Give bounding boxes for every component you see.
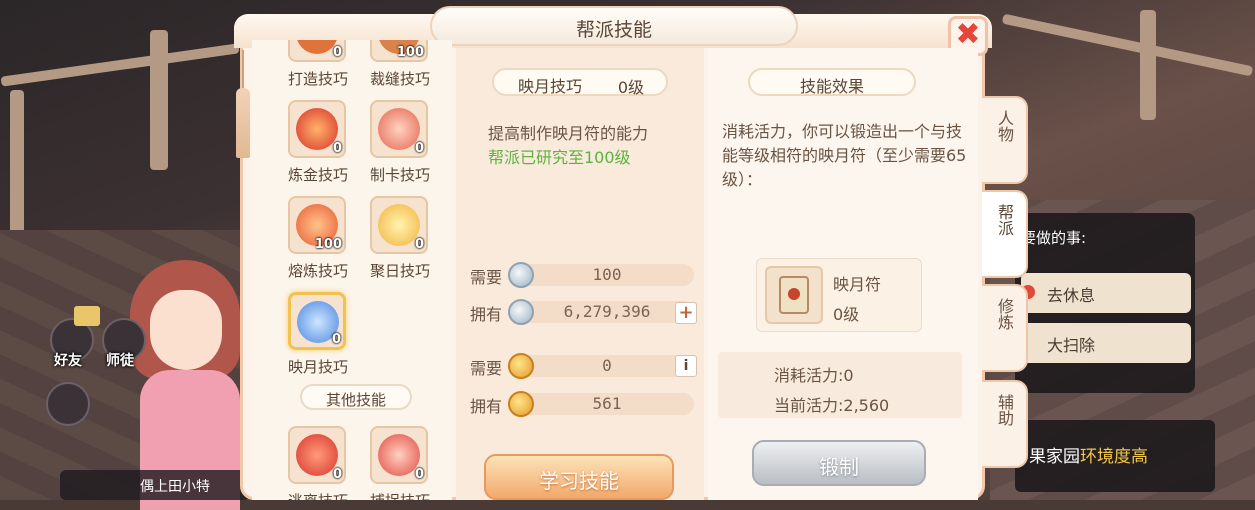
skill-item-sun[interactable]: 0 聚日技巧	[360, 196, 440, 292]
notice-highlight: 环境度高	[1080, 447, 1148, 467]
tab-guild[interactable]: 帮派	[982, 190, 1028, 278]
selected-skill-level: 0级	[617, 78, 644, 97]
alchemy-skill-icon: 0	[288, 100, 346, 158]
skill-name: 捕捉技巧	[360, 490, 440, 500]
sun-skill-icon: 0	[370, 196, 428, 254]
skill-name: 裁缝技巧	[369, 70, 430, 88]
skill-item-cardmaking[interactable]: 0 制卡技巧	[360, 100, 440, 196]
tab-assist[interactable]: 辅助	[982, 380, 1028, 468]
item-level: 0级	[833, 305, 860, 324]
skill-item-moon[interactable]: 0 映月技巧	[278, 292, 358, 388]
learn-skill-button[interactable]: 学习技能	[484, 454, 674, 500]
add-silver-button[interactable]: +	[675, 302, 697, 324]
skill-name: 炼金技巧	[287, 166, 348, 184]
research-status: 帮派已研究至100级	[488, 148, 631, 167]
effect-description: 消耗活力，你可以锻造出一个与技能等级相符的映月符（至少需要65级）：	[722, 122, 967, 189]
skill-item-smelting[interactable]: 100 熔炼技巧	[278, 196, 358, 292]
mail-icon[interactable]	[74, 306, 100, 326]
cardmaking-skill-icon: 0	[370, 100, 428, 158]
todo-option-clean[interactable]: 大扫除	[1021, 323, 1191, 363]
moon-talisman-icon	[765, 266, 823, 324]
silver-coin-icon	[508, 262, 534, 288]
silver-need-value: 100	[520, 264, 694, 286]
capture-skill-icon: 0	[370, 426, 428, 484]
skill-list[interactable]: 0 打造技巧 100 裁缝技巧 0 炼金技巧 0 制卡技巧 100 熔炼技巧 0…	[252, 40, 452, 500]
forge-button[interactable]: 锻制	[752, 440, 926, 486]
player-character[interactable]	[120, 250, 260, 510]
character-face	[150, 290, 222, 370]
gold-need-label: 需要	[470, 359, 503, 378]
forging-skill-icon: 0	[288, 40, 346, 62]
skill-name: 熔炼技巧	[287, 262, 348, 280]
player-name-bar: 偶上田小特	[60, 470, 250, 500]
tab-character[interactable]: 人物	[982, 96, 1028, 184]
friends-label: 好友	[54, 353, 82, 369]
gold-need-value: 0	[520, 355, 694, 377]
tab-cultivation[interactable]: 修炼	[982, 284, 1028, 372]
tassel-ornament	[236, 50, 250, 160]
railing-post	[150, 30, 168, 170]
selected-skill-name: 映月技巧	[518, 77, 583, 96]
moon-skill-icon: 0	[288, 292, 346, 350]
skill-item-tailoring[interactable]: 100 裁缝技巧	[360, 40, 440, 100]
railing-bar	[1001, 13, 1254, 77]
silver-coin-icon	[508, 299, 534, 325]
other-skills-header: 其他技能	[300, 384, 412, 410]
silver-have-label: 拥有	[470, 305, 503, 324]
gold-have-value: 561	[520, 393, 694, 415]
silver-have-value: 6,279,396	[520, 301, 694, 323]
silver-need-label: 需要	[470, 268, 503, 287]
window-title: 帮派技能	[430, 6, 798, 46]
notice-text: 果家园	[1029, 447, 1080, 467]
todo-option-rest[interactable]: 去休息	[1021, 273, 1191, 313]
todo-popup: 要做的事: 去休息 大扫除	[1015, 213, 1195, 393]
guild-contribution-icon	[508, 353, 534, 379]
notice-banner: 果家园环境度高	[1015, 420, 1215, 492]
chat-icon[interactable]	[46, 382, 90, 426]
mentor-label: 师徒	[106, 353, 134, 369]
railing-post	[1140, 10, 1156, 120]
todo-option-label: 大扫除	[1047, 336, 1096, 355]
skill-description: 提高制作映月符的能力	[488, 124, 649, 143]
smelting-skill-icon: 100	[288, 196, 346, 254]
skill-name: 聚日技巧	[369, 262, 430, 280]
skill-name: 制卡技巧	[369, 166, 430, 184]
skill-name: 打造技巧	[287, 70, 348, 88]
skill-item-escape[interactable]: 0 逃离技巧	[278, 426, 358, 500]
item-card[interactable]: 映月符 0级	[756, 258, 922, 332]
guild-contribution-icon	[508, 391, 534, 417]
selected-skill-plate: 映月技巧 0级	[492, 68, 668, 97]
skill-name: 映月技巧	[287, 358, 348, 376]
effect-title: 技能效果	[748, 68, 916, 96]
vigor-cost: 消耗活力:0	[774, 366, 854, 385]
item-name: 映月符	[833, 275, 882, 294]
skill-item-capture[interactable]: 0 捕捉技巧	[360, 426, 440, 500]
railing-bar	[0, 43, 240, 87]
todo-title: 要做的事:	[1021, 229, 1087, 247]
tailoring-skill-icon: 100	[370, 40, 428, 62]
escape-skill-icon: 0	[288, 426, 346, 484]
skill-item-alchemy[interactable]: 0 炼金技巧	[278, 100, 358, 196]
todo-option-label: 去休息	[1047, 286, 1096, 305]
vigor-current: 当前活力:2,560	[774, 396, 890, 415]
railing-post	[10, 90, 24, 240]
gold-have-label: 拥有	[470, 397, 503, 416]
info-button[interactable]: i	[675, 355, 697, 377]
skill-name: 逃离技巧	[278, 490, 358, 500]
skill-item-forging[interactable]: 0 打造技巧	[278, 40, 358, 100]
